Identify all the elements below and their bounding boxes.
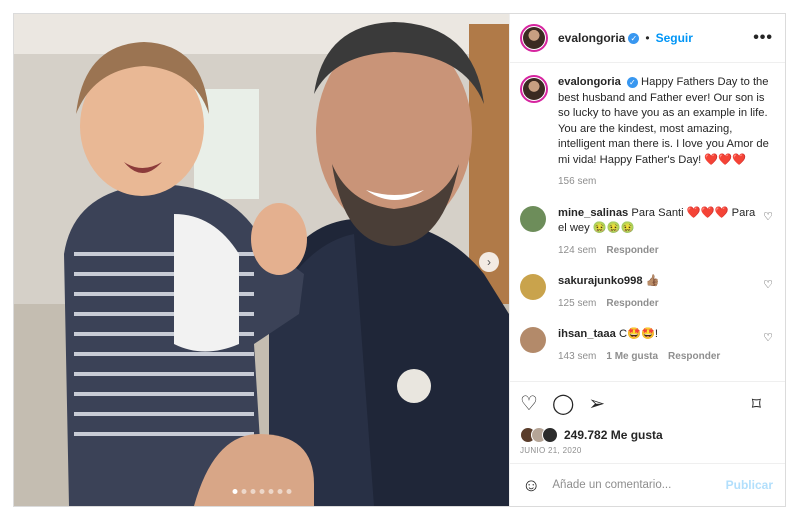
- likes-summary[interactable]: 249.782 Me gusta: [510, 426, 785, 444]
- comment-list: mine_salinas Para Santi ❤️❤️❤️ Para el w…: [520, 205, 773, 365]
- carousel-dot: [277, 489, 282, 494]
- comment-text: C🤩🤩!: [618, 328, 659, 340]
- carousel-dot: [241, 489, 246, 494]
- commenter-avatar[interactable]: [520, 327, 546, 353]
- author-avatar[interactable]: [520, 24, 548, 52]
- commenter-avatar[interactable]: [520, 274, 546, 300]
- comment-like-heart-icon[interactable]: ♡: [763, 331, 773, 344]
- caption-text: Happy Fathers Day to the best husband an…: [558, 76, 769, 166]
- comment-row: mine_salinas Para Santi ❤️❤️❤️ Para el w…: [520, 205, 773, 259]
- post-date: JUNIO 21, 2020: [520, 446, 582, 455]
- post-dialog: › evalongoria ✓ • Seguir ••• evalongoria…: [13, 13, 786, 507]
- comment-age: 125 sem: [558, 297, 597, 309]
- post-image-illustration: [14, 14, 509, 506]
- carousel-dot: [250, 489, 255, 494]
- commenter-avatar[interactable]: [520, 205, 546, 232]
- comment-like-heart-icon[interactable]: ♡: [763, 278, 773, 291]
- more-options-icon[interactable]: •••: [753, 29, 773, 47]
- post-header: evalongoria ✓ • Seguir •••: [510, 14, 785, 63]
- verified-badge-icon: ✓: [626, 76, 638, 88]
- share-send-icon[interactable]: ➢: [588, 394, 605, 414]
- reply-button[interactable]: Responder: [606, 245, 658, 256]
- likes-count[interactable]: 249.782 Me gusta: [564, 428, 663, 442]
- comment-like-heart-icon[interactable]: ♡: [763, 210, 773, 223]
- comment-bubble-icon[interactable]: ◯: [552, 394, 574, 414]
- post-photo[interactable]: ›: [14, 14, 509, 506]
- commenter-username[interactable]: mine_salinas: [558, 207, 628, 219]
- publish-button[interactable]: Publicar: [726, 478, 773, 492]
- commenter-username[interactable]: ihsan_taaa: [558, 328, 616, 340]
- caption-username[interactable]: evalongoria: [558, 76, 621, 88]
- add-comment-bar: ☺ Añade un comentario... Publicar: [510, 463, 785, 506]
- comment-age: 143 sem: [558, 350, 597, 362]
- comment-body: sakurajunko998 👍🏽 125 sem Responder: [558, 274, 758, 311]
- like-heart-icon[interactable]: ♡: [520, 394, 538, 414]
- comment-likes[interactable]: 1 Me gusta: [606, 351, 658, 362]
- next-slide-button[interactable]: ›: [479, 252, 499, 272]
- follow-button[interactable]: Seguir: [656, 31, 693, 45]
- post-side-panel: evalongoria ✓ • Seguir ••• evalongoria ✓…: [509, 14, 785, 506]
- comment-input[interactable]: Añade un comentario...: [552, 479, 671, 491]
- comment-body: mine_salinas Para Santi ❤️❤️❤️ Para el w…: [558, 206, 758, 259]
- separator-dot: •: [645, 31, 650, 45]
- carousel-dot: [268, 489, 273, 494]
- liker-avatar: [542, 427, 558, 443]
- verified-badge-icon: ✓: [628, 32, 640, 44]
- commenter-username[interactable]: sakurajunko998: [558, 275, 643, 287]
- comment-row: ihsan_taaa C🤩🤩! 143 sem 1 Me gusta Responde…: [520, 327, 773, 364]
- caption-age: 156 sem: [558, 176, 597, 187]
- comment-body: ihsan_taaa C🤩🤩! 143 sem 1 Me gusta Responde…: [558, 327, 758, 364]
- reply-button[interactable]: Responder: [606, 298, 658, 309]
- reply-button[interactable]: Responder: [668, 351, 720, 362]
- caption-text-block: evalongoria ✓ Happy Fathers Day to the b…: [558, 75, 773, 190]
- comment-text: 👍🏽: [645, 275, 660, 287]
- action-bar: ♡ ◯ ➢ ⌑: [510, 381, 785, 426]
- carousel-dot: [259, 489, 264, 494]
- caption: evalongoria ✓ Happy Fathers Day to the b…: [520, 75, 773, 190]
- comment-age: 124 sem: [558, 244, 597, 256]
- bookmark-save-icon[interactable]: ⌑: [752, 395, 761, 413]
- carousel-dot: [286, 489, 291, 494]
- carousel-dot: [232, 489, 237, 494]
- comments-area[interactable]: evalongoria ✓ Happy Fathers Day to the b…: [510, 63, 785, 381]
- emoji-picker-icon[interactable]: ☺: [522, 475, 540, 496]
- author-username[interactable]: evalongoria: [558, 31, 625, 45]
- caption-avatar[interactable]: [520, 75, 548, 103]
- comment-meta: 124 sem Responder: [558, 243, 758, 259]
- comment-meta: 143 sem 1 Me gusta Responder: [558, 349, 758, 365]
- comment-row: sakurajunko998 👍🏽 125 sem Responder ♡: [520, 274, 773, 311]
- liker-avatars: [520, 427, 558, 443]
- comment-meta: 125 sem Responder: [558, 296, 758, 312]
- carousel-indicator: [230, 489, 293, 494]
